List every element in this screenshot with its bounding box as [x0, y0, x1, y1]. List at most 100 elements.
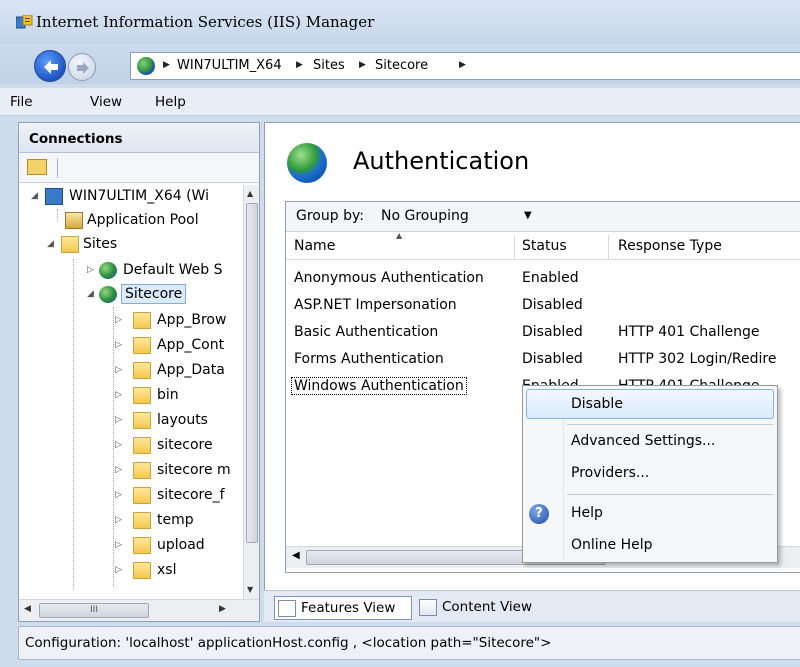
collapse-icon[interactable]: ◢	[31, 191, 38, 201]
chevron-right-icon: ▶	[296, 60, 303, 70]
window-title: Internet Information Services (IIS) Mana…	[36, 13, 375, 31]
expand-icon[interactable]: ▷	[115, 315, 122, 325]
table-row[interactable]: Forms Authentication Disabled HTTP 302 L…	[286, 345, 800, 372]
expand-icon[interactable]: ▷	[87, 265, 94, 275]
folder-icon	[133, 412, 151, 429]
context-menu: Disable Advanced Settings... Providers..…	[522, 385, 778, 563]
scroll-thumb[interactable]: III	[39, 603, 149, 618]
connections-toolbar	[19, 153, 259, 183]
menu-file[interactable]: File	[10, 94, 33, 110]
folder-icon	[133, 537, 151, 554]
expand-icon[interactable]: ▷	[115, 440, 122, 450]
back-button[interactable]	[34, 50, 66, 82]
folder-icon	[133, 337, 151, 354]
expand-icon[interactable]: ▷	[115, 365, 122, 375]
content-view-icon	[419, 599, 437, 616]
column-header-row: ▲ Name Status Response Type	[286, 231, 800, 260]
website-globe-icon	[99, 286, 117, 303]
menu-item-providers[interactable]: Providers...	[571, 465, 649, 481]
menu-item-disable[interactable]: Disable	[571, 396, 623, 412]
scroll-right-icon[interactable]: ▶	[219, 604, 226, 614]
group-by-label: Group by:	[296, 208, 364, 224]
help-icon: ?	[529, 504, 549, 524]
website-stopped-icon	[99, 262, 117, 279]
connections-header: Connections	[19, 123, 259, 153]
chevron-right-icon: ▶	[163, 60, 170, 70]
status-text: Configuration: 'localhost' applicationHo…	[25, 635, 552, 651]
expand-icon[interactable]: ▷	[115, 515, 122, 525]
menu-highlight	[526, 389, 774, 419]
table-row[interactable]: Anonymous Authentication Enabled	[286, 264, 800, 291]
folder-icon	[133, 562, 151, 579]
tree-horizontal-scrollbar[interactable]: ◀ III ▶	[19, 599, 259, 621]
collapse-icon[interactable]: ◢	[47, 239, 54, 249]
folder-icon	[133, 462, 151, 479]
breadcrumb-sites[interactable]: Sites	[313, 58, 345, 73]
menu-bar: File View Help	[0, 88, 800, 116]
expand-icon[interactable]: ▷	[115, 390, 122, 400]
folder-icon	[133, 387, 151, 404]
table-row[interactable]: Basic Authentication Disabled HTTP 401 C…	[286, 318, 800, 345]
forward-button[interactable]	[68, 53, 96, 81]
column-header-status[interactable]: Status	[522, 238, 567, 254]
authentication-globe-icon	[287, 143, 327, 183]
navigation-bar: ▶ WIN7ULTIM_X64 ▶ Sites ▶ Sitecore ▶	[0, 44, 800, 84]
scroll-left-icon[interactable]: ◀	[24, 604, 31, 614]
view-tabs: Features View Content View	[264, 590, 800, 622]
expand-icon[interactable]: ▷	[115, 540, 122, 550]
group-by-select[interactable]: No Grouping	[381, 208, 469, 224]
menu-view[interactable]: View	[90, 94, 122, 110]
menu-item-advanced-settings[interactable]: Advanced Settings...	[571, 433, 715, 449]
title-bar: Internet Information Services (IIS) Mana…	[0, 0, 800, 44]
expand-icon[interactable]: ▷	[115, 465, 122, 475]
connections-tree: ◢ WIN7ULTIM_X64 (Wi Application Pool ◢ S…	[19, 185, 243, 599]
menu-help[interactable]: Help	[155, 94, 186, 110]
folder-icon	[133, 512, 151, 529]
scroll-left-icon[interactable]: ◀	[292, 550, 300, 561]
scroll-down-icon[interactable]: ▼	[247, 585, 253, 594]
forward-arrow-icon	[77, 62, 89, 74]
expand-icon[interactable]: ▷	[115, 340, 122, 350]
table-row[interactable]: ASP.NET Impersonation Disabled	[286, 291, 800, 318]
sort-ascending-icon: ▲	[396, 231, 403, 240]
expand-icon[interactable]: ▷	[115, 565, 122, 575]
expand-icon[interactable]: ▷	[115, 490, 122, 500]
expand-icon[interactable]: ▷	[115, 415, 122, 425]
server-icon	[45, 188, 63, 205]
chevron-right-icon: ▶	[359, 60, 366, 70]
back-arrow-icon	[44, 60, 58, 74]
breadcrumb-sitecore[interactable]: Sitecore	[375, 58, 428, 73]
features-view-icon	[278, 600, 296, 617]
folder-icon	[133, 362, 151, 379]
group-by-bar: Group by: No Grouping ▼	[286, 202, 800, 232]
scroll-thumb[interactable]	[246, 203, 258, 543]
menu-separator	[567, 494, 773, 495]
status-bar: Configuration: 'localhost' applicationHo…	[18, 626, 800, 660]
tab-content-view[interactable]: Content View	[416, 596, 546, 620]
menu-item-online-help[interactable]: Online Help	[571, 537, 653, 553]
feature-title: Authentication	[353, 147, 530, 175]
folder-icon	[133, 437, 151, 454]
chevron-right-icon[interactable]: ▶	[459, 60, 466, 70]
globe-icon	[137, 57, 155, 75]
sites-folder-icon	[61, 236, 79, 253]
column-header-name[interactable]: Name	[294, 238, 335, 254]
folder-icon	[133, 487, 151, 504]
toolbar-separator	[57, 158, 58, 178]
connections-title: Connections	[29, 131, 123, 147]
dropdown-arrow-icon[interactable]: ▼	[524, 210, 532, 221]
breadcrumb-server[interactable]: WIN7ULTIM_X64	[177, 58, 282, 73]
column-header-response-type[interactable]: Response Type	[618, 238, 722, 254]
iis-app-icon	[16, 15, 33, 29]
connect-icon[interactable]	[27, 159, 47, 175]
scroll-up-icon[interactable]: ▲	[247, 189, 253, 198]
menu-separator	[567, 424, 773, 425]
app-pool-icon	[65, 212, 83, 229]
tree-vertical-scrollbar[interactable]: ▲ ▼	[243, 185, 259, 599]
tab-features-view[interactable]: Features View	[274, 596, 412, 620]
folder-icon	[133, 312, 151, 329]
address-bar[interactable]: ▶ WIN7ULTIM_X64 ▶ Sites ▶ Sitecore ▶	[130, 52, 800, 80]
menu-item-help[interactable]: Help	[571, 505, 603, 521]
collapse-icon[interactable]: ◢	[87, 289, 94, 299]
connections-pane: Connections ◢ WIN7ULTIM_X64 (Wi Applicat…	[18, 122, 260, 622]
